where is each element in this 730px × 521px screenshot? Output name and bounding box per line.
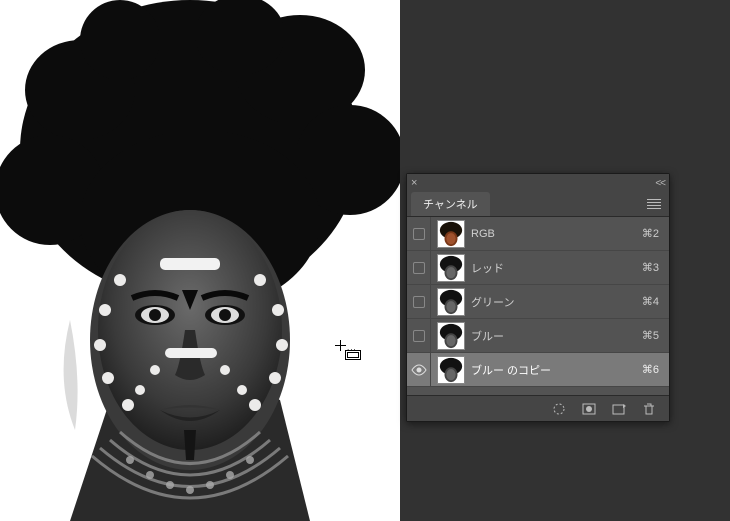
channels-tab[interactable]: チャンネル — [411, 192, 490, 216]
canvas[interactable]: ... — [0, 0, 400, 521]
channel-name: グリーン — [471, 294, 642, 310]
right-dock-area: × << チャンネル RGB⌘2レッド⌘3グリーン⌘4ブルー⌘5ブルー のコピー… — [400, 0, 730, 521]
panel-footer — [407, 395, 669, 421]
channel-name: レッド — [471, 260, 642, 276]
visibility-toggle[interactable] — [407, 353, 431, 386]
channel-thumbnail — [437, 322, 465, 350]
visibility-toggle[interactable] — [407, 285, 431, 318]
workspace: ... × << チャンネル RGB⌘2レッド⌘3グリーン⌘4ブルー⌘5ブルー … — [0, 0, 730, 521]
document-image — [0, 0, 400, 521]
channel-row[interactable]: RGB⌘2 — [407, 217, 669, 251]
save-mask-button[interactable] — [581, 402, 597, 416]
channel-name: ブルー — [471, 328, 642, 344]
visibility-toggle[interactable] — [407, 251, 431, 284]
channel-shortcut: ⌘5 — [642, 329, 669, 342]
channel-row[interactable]: レッド⌘3 — [407, 251, 669, 285]
channel-name: ブルー のコピー — [471, 362, 642, 378]
channel-shortcut: ⌘6 — [642, 363, 669, 376]
panel-menu-icon[interactable] — [643, 195, 665, 213]
visibility-box[interactable] — [413, 228, 425, 240]
channel-thumbnail — [437, 220, 465, 248]
new-channel-button[interactable] — [611, 402, 627, 416]
channel-list: RGB⌘2レッド⌘3グリーン⌘4ブルー⌘5ブルー のコピー⌘6 — [407, 216, 669, 387]
panel-collapse-button[interactable]: << — [655, 178, 665, 189]
visibility-box[interactable] — [413, 330, 425, 342]
channel-name: RGB — [471, 228, 642, 240]
visibility-toggle[interactable] — [407, 319, 431, 352]
load-selection-button[interactable] — [551, 402, 567, 416]
channel-shortcut: ⌘2 — [642, 227, 669, 240]
channels-panel: × << チャンネル RGB⌘2レッド⌘3グリーン⌘4ブルー⌘5ブルー のコピー… — [406, 173, 670, 422]
channel-thumbnail — [437, 254, 465, 282]
channel-thumbnail — [437, 356, 465, 384]
channel-row[interactable]: グリーン⌘4 — [407, 285, 669, 319]
visibility-toggle[interactable] — [407, 217, 431, 250]
channel-row[interactable]: ブルー のコピー⌘6 — [407, 353, 669, 387]
eye-icon — [411, 364, 427, 376]
channel-shortcut: ⌘4 — [642, 295, 669, 308]
visibility-box[interactable] — [413, 262, 425, 274]
panel-close-button[interactable]: × — [411, 177, 417, 189]
delete-channel-button[interactable] — [641, 402, 657, 416]
channel-shortcut: ⌘3 — [642, 261, 669, 274]
channel-row[interactable]: ブルー⌘5 — [407, 319, 669, 353]
visibility-box[interactable] — [413, 296, 425, 308]
panel-header: チャンネル — [407, 192, 669, 216]
channel-thumbnail — [437, 288, 465, 316]
